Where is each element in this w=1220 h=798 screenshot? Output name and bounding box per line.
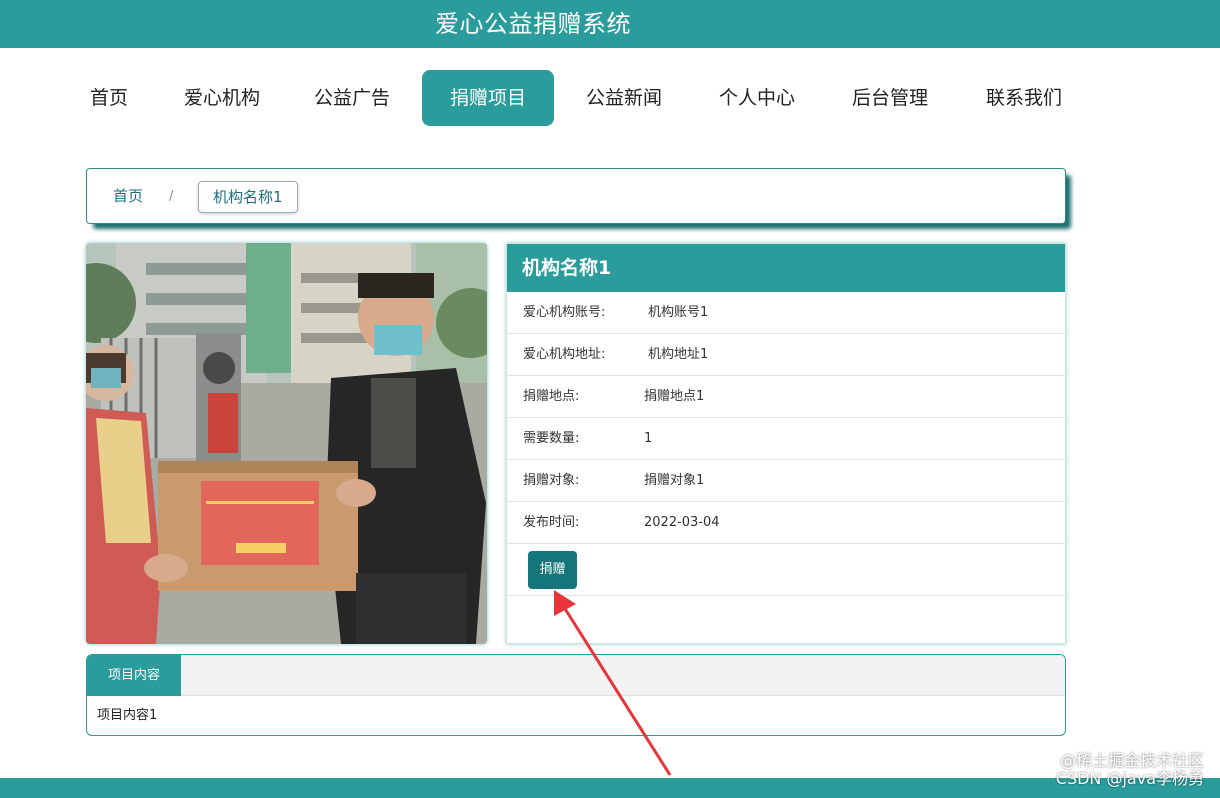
detail-row-value: 1	[644, 431, 653, 446]
breadcrumb: 首页 / 机构名称1	[86, 168, 1066, 224]
project-photo	[86, 243, 487, 644]
detail-panel: 机构名称1 爱心机构账号: 机构账号1 爱心机构地址: 机构地址1 捐赠地点: …	[506, 243, 1066, 644]
detail-row-label: 需要数量:	[523, 431, 580, 446]
nav-item-public-ads[interactable]: 公益广告	[302, 70, 402, 126]
detail-row-value: 2022-03-04	[644, 515, 720, 530]
watermark: @稀土掘金技术社区 CSDN @java李杨勇	[1056, 752, 1204, 788]
detail-action-row: 捐赠	[507, 544, 1065, 596]
nav-item-contact-us[interactable]: 联系我们	[974, 70, 1074, 126]
breadcrumb-home-link[interactable]: 首页	[113, 169, 143, 223]
detail-row-label: 发布时间:	[523, 515, 580, 530]
detail-row: 爱心机构账号: 机构账号1	[507, 292, 1065, 334]
detail-row-value: 捐赠地点1	[644, 389, 705, 404]
detail-row-label: 爱心机构账号:	[523, 305, 606, 320]
detail-row: 捐赠地点: 捐赠地点1	[507, 376, 1065, 418]
detail-row-value: 机构账号1	[648, 305, 709, 320]
project-content-tabs: 项目内容 项目内容1	[86, 654, 1066, 736]
nav-item-charity-orgs[interactable]: 爱心机构	[172, 70, 272, 126]
tab-project-content[interactable]: 项目内容	[87, 655, 181, 696]
main-nav: 首页 爱心机构 公益广告 捐赠项目 公益新闻 个人中心 后台管理 联系我们	[0, 70, 1220, 128]
site-title: 爱心公益捐赠系统	[435, 10, 631, 38]
detail-row-label: 捐赠对象:	[523, 473, 580, 488]
watermark-line-1: @稀土掘金技术社区	[1059, 751, 1204, 770]
top-header-bar: 爱心公益捐赠系统	[0, 0, 1220, 48]
detail-row: 发布时间: 2022-03-04	[507, 502, 1065, 544]
breadcrumb-separator: /	[169, 189, 174, 204]
detail-row: 爱心机构地址: 机构地址1	[507, 334, 1065, 376]
nav-item-donation-projects[interactable]: 捐赠项目	[422, 70, 554, 126]
donate-button[interactable]: 捐赠	[528, 551, 577, 589]
tab-content: 项目内容1	[97, 708, 158, 723]
footer-bar	[0, 778, 1220, 798]
nav-item-home[interactable]: 首页	[78, 70, 140, 126]
watermark-line-2: CSDN @java李杨勇	[1055, 769, 1204, 788]
detail-row: 需要数量: 1	[507, 418, 1065, 460]
detail-row: 捐赠对象: 捐赠对象1	[507, 460, 1065, 502]
detail-title: 机构名称1	[507, 244, 1065, 292]
breadcrumb-current: 机构名称1	[198, 181, 298, 213]
nav-item-personal-center[interactable]: 个人中心	[707, 70, 807, 126]
detail-row-label: 捐赠地点:	[523, 389, 580, 404]
nav-item-charity-news[interactable]: 公益新闻	[574, 70, 674, 126]
detail-row-value: 机构地址1	[648, 347, 709, 362]
detail-row-value: 捐赠对象1	[644, 473, 705, 488]
detail-row-label: 爱心机构地址:	[523, 347, 606, 362]
nav-item-admin[interactable]: 后台管理	[840, 70, 940, 126]
tabs-header: 项目内容	[87, 655, 1065, 696]
